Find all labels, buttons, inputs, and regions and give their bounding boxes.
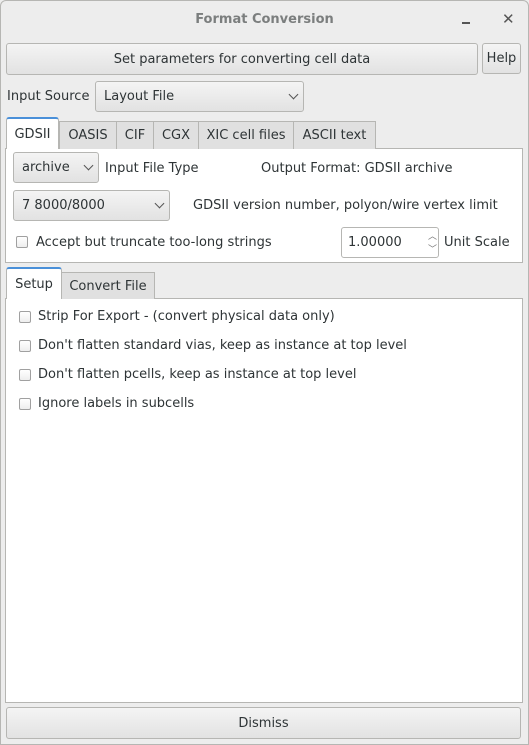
gdsii-version-value: 7 8000/8000 [22, 198, 105, 213]
ignore-labels-checkbox[interactable] [19, 398, 31, 410]
help-button[interactable]: Help [482, 43, 521, 74]
chevron-down-icon [83, 160, 94, 171]
input-file-type-select[interactable]: archive [13, 152, 99, 183]
unit-scale-label: Unit Scale [444, 235, 510, 250]
strip-for-export-label: Strip For Export - (convert physical dat… [38, 309, 335, 324]
tab-cif[interactable]: CIF [116, 121, 154, 149]
close-icon[interactable]: ✕ [502, 10, 515, 28]
input-file-type-value: archive [22, 160, 70, 175]
input-source-select[interactable]: Layout File [95, 81, 304, 112]
unit-scale-spinbox[interactable]: 1.00000 ︿ ﹀ [341, 227, 439, 258]
tab-oasis[interactable]: OASIS [59, 121, 117, 149]
gdsii-version-label: GDSII version number, polyon/wire vertex… [193, 198, 498, 213]
description-button[interactable]: Set parameters for converting cell data [6, 43, 478, 75]
tab-ascii-text[interactable]: ASCII text [293, 121, 376, 149]
input-source-value: Layout File [104, 89, 175, 104]
keep-vias-checkbox[interactable] [19, 340, 31, 352]
tab-setup[interactable]: Setup [6, 267, 62, 299]
strip-for-export-checkbox[interactable] [19, 311, 31, 323]
tab-xic-cell-files[interactable]: XIC cell files [198, 121, 294, 149]
keep-pcells-checkbox[interactable] [19, 369, 31, 381]
gdsii-version-select[interactable]: 7 8000/8000 [13, 190, 170, 221]
output-format-label: Output Format: GDSII archive [261, 161, 453, 176]
minimize-icon[interactable] [462, 22, 470, 24]
keep-pcells-label: Don't flatten pcells, keep as instance a… [38, 367, 357, 382]
tab-gdsii[interactable]: GDSII [6, 117, 59, 149]
ignore-labels-label: Ignore labels in subcells [38, 396, 195, 411]
spin-up-icon[interactable]: ︿ [428, 229, 437, 242]
truncate-strings-checkbox[interactable] [16, 236, 28, 248]
window-title: Format Conversion [195, 12, 334, 27]
input-source-label: Input Source [7, 89, 90, 104]
input-file-type-label: Input File Type [105, 161, 199, 176]
spin-down-icon[interactable]: ﹀ [428, 242, 437, 255]
tab-cgx[interactable]: CGX [153, 121, 199, 149]
truncate-strings-label: Accept but truncate too-long strings [36, 235, 272, 250]
dismiss-button[interactable]: Dismiss [6, 707, 521, 739]
setup-panel [5, 298, 523, 703]
unit-scale-value: 1.00000 [348, 235, 402, 250]
chevron-down-icon [154, 198, 165, 209]
keep-vias-label: Don't flatten standard vias, keep as ins… [38, 338, 407, 353]
tab-convert-file[interactable]: Convert File [61, 272, 155, 299]
chevron-down-icon [288, 89, 299, 100]
